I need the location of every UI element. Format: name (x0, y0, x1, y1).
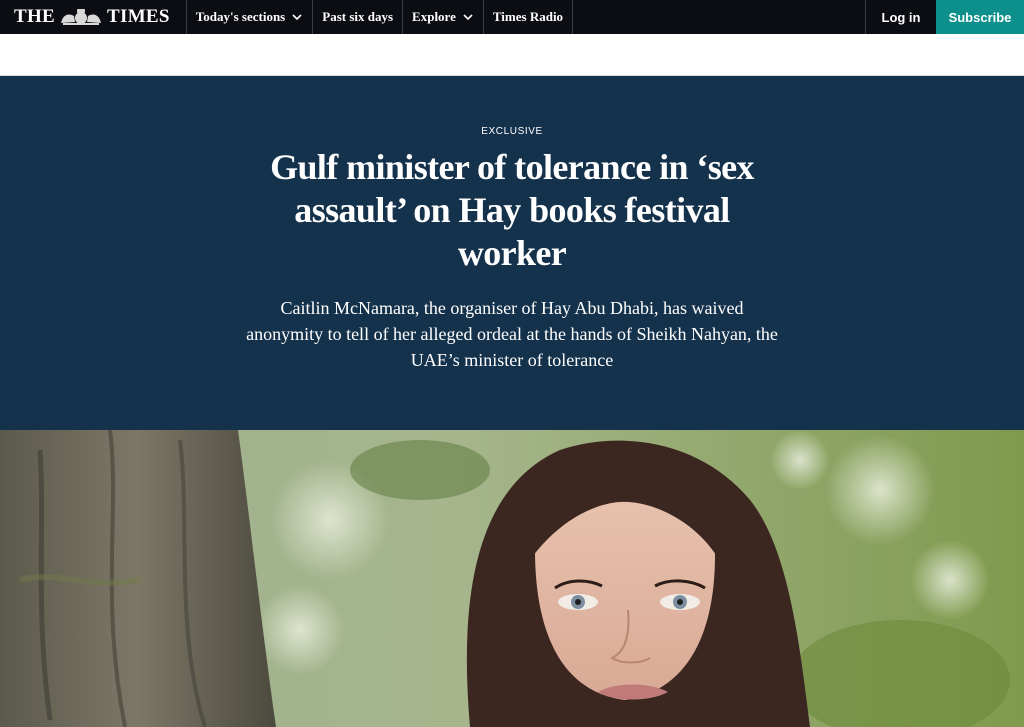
top-navigation: THE TIMES Today's sections Past six days… (0, 0, 1024, 34)
nav-explore[interactable]: Explore (403, 0, 484, 34)
nav-past-six-days-label: Past six days (322, 9, 394, 24)
login-button[interactable]: Log in (865, 0, 936, 34)
nav-todays-sections-label: Today's sections (195, 9, 286, 24)
lead-photo[interactable] (0, 430, 1024, 727)
nav-times-radio-label: Times Radio (492, 9, 564, 24)
logo-text-right: TIMES (107, 6, 170, 27)
logo-text-left: THE (14, 6, 56, 27)
subscribe-button[interactable]: Subscribe (936, 0, 1024, 34)
nav-todays-sections[interactable]: Today's sections (187, 0, 314, 34)
ad-strip (0, 34, 1024, 76)
article-standfirst: Caitlin McNamara, the organiser of Hay A… (246, 298, 778, 370)
times-logo[interactable]: THE TIMES (0, 0, 187, 34)
royal-crest-icon (61, 9, 102, 25)
nav-explore-label: Explore (412, 9, 456, 24)
chevron-down-icon (463, 14, 473, 21)
article-hero: EXCLUSIVE Gulf minister of tolerance in … (0, 76, 1024, 430)
article-headline: Gulf minister of tolerance in ‘sex assau… (270, 147, 754, 273)
chevron-down-icon (292, 14, 302, 21)
article-kicker: EXCLUSIVE (481, 126, 543, 137)
nav-past-six-days[interactable]: Past six days (313, 0, 404, 34)
nav-times-radio[interactable]: Times Radio (484, 0, 574, 34)
lead-photo-image (0, 430, 1024, 727)
